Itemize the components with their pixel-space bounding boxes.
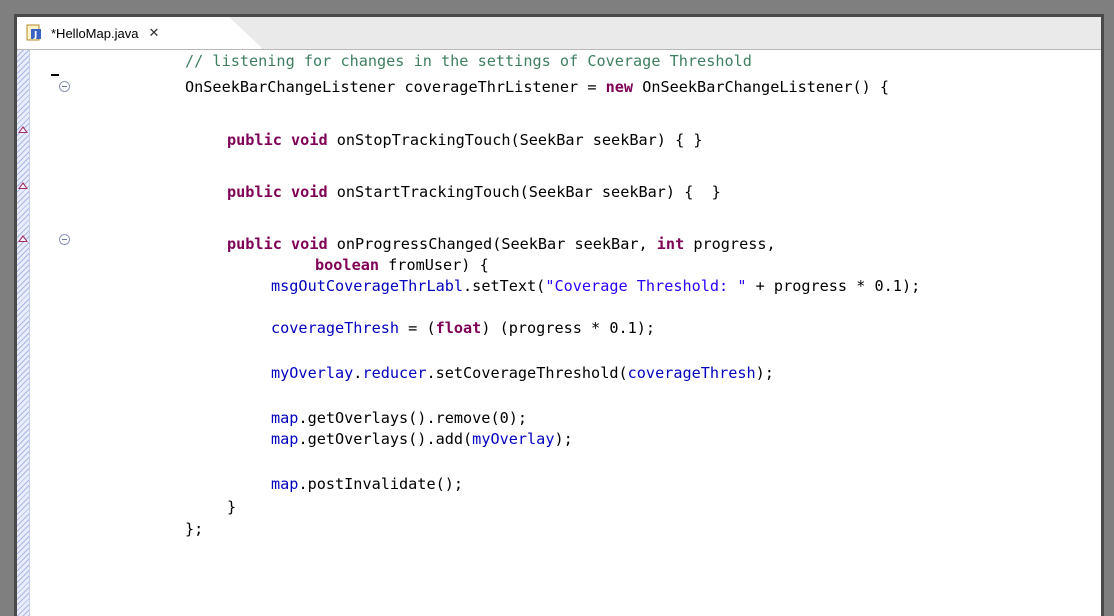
code-token: };: [185, 520, 204, 538]
code-line: };: [73, 519, 203, 539]
code-token: }: [227, 498, 237, 516]
code-token: msgOutCoverageThrLabl: [271, 277, 464, 295]
code-token: .setText(: [463, 277, 546, 295]
code-token: );: [554, 430, 573, 448]
code-token: // listening for changes in the settings…: [185, 52, 752, 70]
code-token: coverageThresh: [271, 319, 400, 337]
svg-text:J: J: [33, 31, 37, 41]
code-token: reducer: [362, 364, 427, 382]
code-token: fromUser) {: [379, 256, 489, 274]
tab-label: *HelloMap.java: [51, 25, 139, 41]
editor-tab-bar: J *HelloMap.java ✕: [17, 17, 1101, 50]
code-token: ) (progress * 0.1);: [481, 319, 656, 337]
code-token: void: [291, 183, 328, 201]
code-token: OnSeekBarChangeListener() {: [633, 78, 890, 96]
java-file-icon: J: [25, 24, 43, 42]
code-token: void: [291, 131, 328, 149]
code-line: }: [73, 497, 236, 517]
editor-window: J *HelloMap.java ✕ // listening for chan…: [14, 14, 1104, 616]
code-token: myOverlay: [271, 364, 354, 382]
code-token: map: [271, 475, 299, 493]
code-line: coverageThresh = (float) (progress * 0.1…: [73, 318, 655, 338]
code-token: myOverlay: [472, 430, 555, 448]
code-token: progress,: [684, 235, 776, 253]
code-line: public void onProgressChanged(SeekBar se…: [73, 234, 776, 254]
code-token: );: [755, 364, 774, 382]
code-line: public void onStartTrackingTouch(SeekBar…: [73, 182, 721, 202]
code-token: .getOverlays().remove(0);: [298, 409, 528, 427]
code-token: float: [435, 319, 482, 337]
code-editor[interactable]: // listening for changes in the settings…: [17, 50, 1101, 616]
code-line: OnSeekBarChangeListener coverageThrListe…: [73, 77, 889, 97]
code-token: coverageThresh: [627, 364, 756, 382]
code-token: void: [291, 235, 328, 253]
code-area: // listening for changes in the settings…: [17, 50, 1101, 616]
code-token: onProgressChanged(SeekBar seekBar,: [327, 235, 657, 253]
code-line: map.getOverlays().remove(0);: [73, 408, 527, 428]
code-line: msgOutCoverageThrLabl.setText("Coverage …: [73, 276, 920, 296]
code-line: public void onStopTrackingTouch(SeekBar …: [73, 130, 703, 150]
code-token: .setCoverageThreshold(: [426, 364, 628, 382]
code-line: // listening for changes in the settings…: [73, 51, 752, 71]
code-token: "Coverage Threshold: ": [545, 277, 747, 295]
code-token: onStopTrackingTouch(SeekBar seekBar) { }: [327, 131, 703, 149]
code-token: public: [227, 235, 282, 253]
code-line: map.getOverlays().add(myOverlay);: [73, 429, 573, 449]
tab-hellomap-java[interactable]: J *HelloMap.java ✕: [17, 17, 263, 49]
code-line: boolean fromUser) {: [73, 255, 489, 275]
code-line: map.postInvalidate();: [73, 474, 463, 494]
code-token: public: [227, 131, 282, 149]
code-token: = (: [399, 319, 436, 337]
code-token: + progress * 0.1);: [746, 277, 921, 295]
code-token: .getOverlays().add(: [298, 430, 473, 448]
code-token: .postInvalidate();: [298, 475, 464, 493]
code-token: map: [271, 430, 299, 448]
code-token: OnSeekBarChangeListener coverageThrListe…: [185, 78, 606, 96]
code-line: myOverlay.reducer.setCoverageThreshold(c…: [73, 363, 774, 383]
code-token: public: [227, 183, 282, 201]
code-token: boolean: [315, 256, 380, 274]
close-icon[interactable]: ✕: [148, 26, 159, 41]
code-token: map: [271, 409, 299, 427]
code-token: int: [656, 235, 685, 253]
code-token: new: [605, 78, 634, 96]
code-token: onStartTrackingTouch(SeekBar seekBar) { …: [327, 183, 721, 201]
